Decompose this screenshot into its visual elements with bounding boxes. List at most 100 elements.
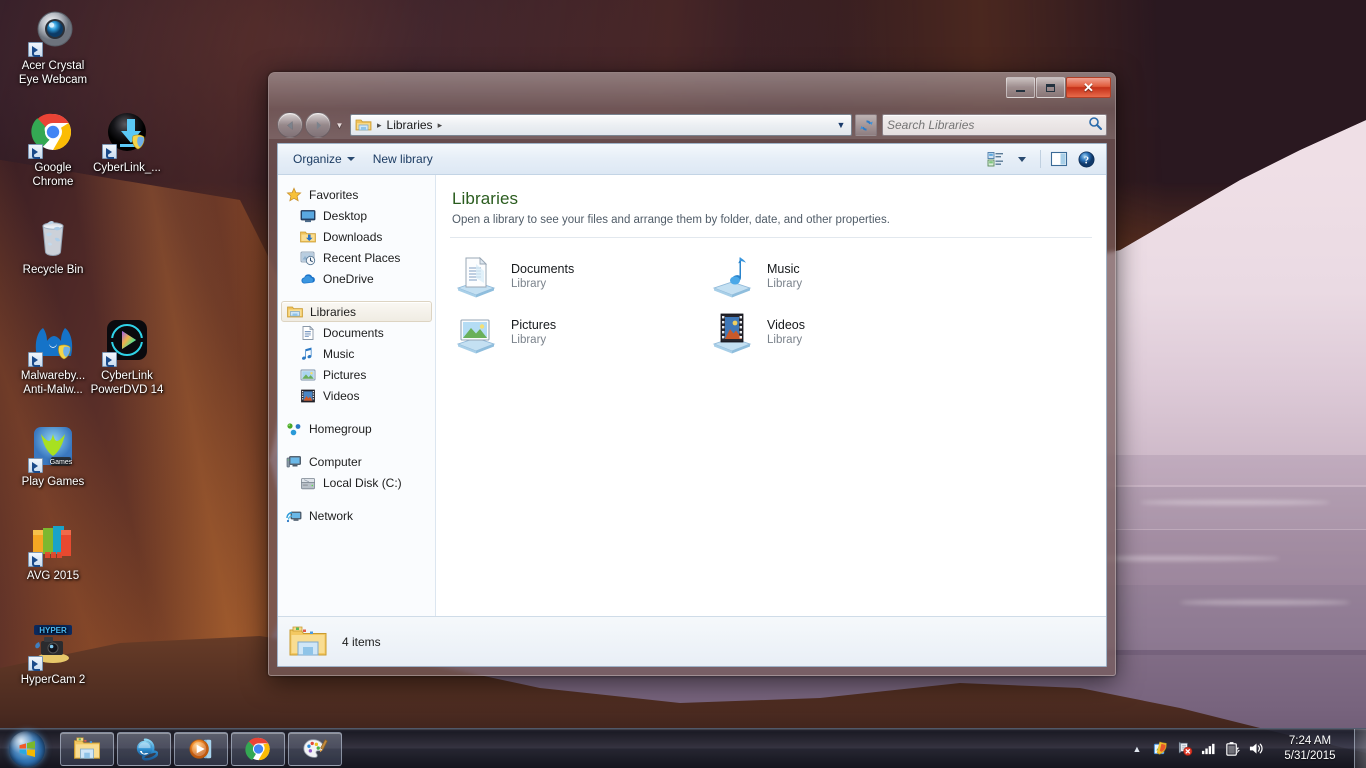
star-icon <box>286 186 302 203</box>
library-item-name: Videos <box>767 317 805 332</box>
address-bar[interactable]: ▸ Libraries ▸ ▼ <box>350 114 852 136</box>
nav-label: Local Disk (C:) <box>323 475 402 490</box>
nav-label: Music <box>323 346 355 361</box>
content-pane[interactable]: Libraries Open a library to see your fil… <box>436 175 1106 616</box>
address-dropdown-button[interactable]: ▼ <box>833 120 849 130</box>
shortcut-arrow-icon <box>28 552 43 567</box>
sidebar-item-downloads[interactable]: Downloads <box>278 226 435 247</box>
volume-icon[interactable] <box>1244 736 1268 762</box>
breadcrumb-separator[interactable]: ▸ <box>436 120 445 131</box>
sidebar-item-onedrive[interactable]: OneDrive <box>278 268 435 289</box>
navigation-row: ▼ ▸ Libraries ▸ ▼ <box>269 109 1115 141</box>
taskbar-button-windows-explorer[interactable] <box>60 731 114 766</box>
show-hidden-icons-button[interactable]: ▲ <box>1126 744 1148 754</box>
explorer-client-area: Organize New library ? Favorites Desktop… <box>277 143 1107 667</box>
new-library-button[interactable]: New library <box>364 148 442 170</box>
back-button[interactable] <box>277 112 303 138</box>
desktop-icon-cyberlink-shortcut[interactable]: CyberLink_... <box>80 110 174 175</box>
downloads-icon <box>300 229 316 245</box>
avg-tray-icon[interactable] <box>1148 736 1172 762</box>
organize-button[interactable]: Organize <box>284 148 364 170</box>
taskbar-buttons <box>60 731 342 766</box>
desktop-icon-avg-2015[interactable]: AVG 2015 <box>6 518 100 583</box>
library-item-type: Library <box>767 277 803 290</box>
videos-library-icon <box>708 308 756 356</box>
navigation-pane[interactable]: Favorites Desktop Downloads Recent Place… <box>278 175 436 616</box>
sidebar-item-videos[interactable]: Videos <box>278 385 435 406</box>
desktop-icon-label: CyberLink_... <box>93 162 161 174</box>
sidebar-item-network[interactable]: Network <box>278 505 435 526</box>
desktop-icon-recycle-bin[interactable]: Recycle Bin <box>6 212 100 277</box>
library-item-text: Documents Library <box>511 261 574 292</box>
desktop-icon-acer-crystal-eye-webcam[interactable]: Acer Crystal Eye Webcam <box>6 8 100 87</box>
explorer-window[interactable]: ✕ ▼ ▸ Libraries ▸ ▼ Search Libraries Org… <box>268 72 1116 676</box>
sidebar-item-homegroup[interactable]: Homegroup <box>278 418 435 439</box>
desktop-icon-hypercam-2[interactable]: HYPER HyperCam 2 <box>6 622 100 687</box>
nav-label: Network <box>309 508 354 523</box>
show-desktop-button[interactable] <box>1354 728 1366 768</box>
sidebar-item-libraries[interactable]: Libraries <box>281 301 432 322</box>
computer-icon <box>286 454 302 470</box>
view-dropdown-button[interactable] <box>1010 148 1034 170</box>
library-item-documents[interactable]: Documents Library <box>446 248 702 304</box>
start-button[interactable] <box>2 730 52 768</box>
library-item-text: Videos Library <box>767 317 805 348</box>
nav-group-favorites[interactable]: Favorites <box>278 184 435 205</box>
sidebar-item-recent-places[interactable]: Recent Places <box>278 247 435 268</box>
sidebar-item-music[interactable]: Music <box>278 343 435 364</box>
minimize-button[interactable] <box>1006 77 1035 98</box>
hard-disk-icon <box>300 475 316 491</box>
desktop-icon-play-games[interactable]: Games Play Games <box>6 424 100 489</box>
shortcut-arrow-icon <box>28 656 43 671</box>
help-icon[interactable]: ? <box>1074 148 1098 170</box>
svg-text:HYPER: HYPER <box>39 626 67 635</box>
nav-label: Videos <box>323 388 360 403</box>
sidebar-item-local-disk-c[interactable]: Local Disk (C:) <box>278 472 435 493</box>
library-item-videos[interactable]: Videos Library <box>702 304 958 360</box>
taskbar-button-internet-explorer[interactable] <box>117 731 171 766</box>
nav-label: Libraries <box>310 304 357 319</box>
change-view-icon[interactable] <box>983 148 1007 170</box>
network-signal-icon[interactable] <box>1196 736 1220 762</box>
nav-label: Homegroup <box>309 421 372 436</box>
breadcrumb-libraries[interactable]: Libraries <box>384 118 436 132</box>
desktop-icon-cyberlink-powerdvd-14[interactable]: CyberLink PowerDVD 14 <box>80 318 174 397</box>
sidebar-item-computer[interactable]: Computer <box>278 451 435 472</box>
hypercam-icon: HYPER <box>28 622 77 671</box>
library-item-pictures[interactable]: Pictures Library <box>446 304 702 360</box>
sidebar-item-pictures[interactable]: Pictures <box>278 364 435 385</box>
battery-icon[interactable] <box>1220 736 1244 762</box>
clock[interactable]: 7:24 AM 5/31/2015 <box>1268 734 1352 764</box>
forward-button[interactable] <box>305 112 331 138</box>
shortcut-arrow-icon <box>102 144 117 159</box>
libraries-crumb-icon <box>355 117 372 133</box>
close-button[interactable]: ✕ <box>1066 77 1111 98</box>
nav-label: Pictures <box>323 367 367 382</box>
desktop-icon-label: AVG 2015 <box>26 570 80 582</box>
recent-pages-button[interactable]: ▼ <box>333 121 346 130</box>
action-center-icon[interactable] <box>1172 736 1196 762</box>
taskbar-button-windows-media-player[interactable] <box>174 731 228 766</box>
explorer-body: Favorites Desktop Downloads Recent Place… <box>278 175 1106 616</box>
organize-label: Organize <box>293 152 342 166</box>
shortcut-arrow-icon <box>102 352 117 367</box>
library-item-music[interactable]: Music Library <box>702 248 958 304</box>
taskbar-button-google-chrome[interactable] <box>231 731 285 766</box>
refresh-button[interactable] <box>855 114 877 136</box>
clock-time: 7:24 AM <box>1288 734 1332 747</box>
sidebar-item-documents[interactable]: Documents <box>278 322 435 343</box>
maximize-button[interactable] <box>1036 77 1065 98</box>
search-box[interactable] <box>882 114 1107 136</box>
sidebar-item-desktop[interactable]: Desktop <box>278 205 435 226</box>
preview-pane-icon[interactable] <box>1047 148 1071 170</box>
powerdvd-icon <box>102 318 151 367</box>
taskbar-button-paint[interactable] <box>288 731 342 766</box>
libraries-icon <box>287 304 303 320</box>
wallpaper-streak <box>1180 600 1350 605</box>
clock-date: 5/31/2015 <box>1284 749 1336 762</box>
page-subtitle: Open a library to see your files and arr… <box>452 214 890 226</box>
search-input[interactable] <box>887 118 1088 132</box>
search-icon[interactable] <box>1088 116 1102 135</box>
